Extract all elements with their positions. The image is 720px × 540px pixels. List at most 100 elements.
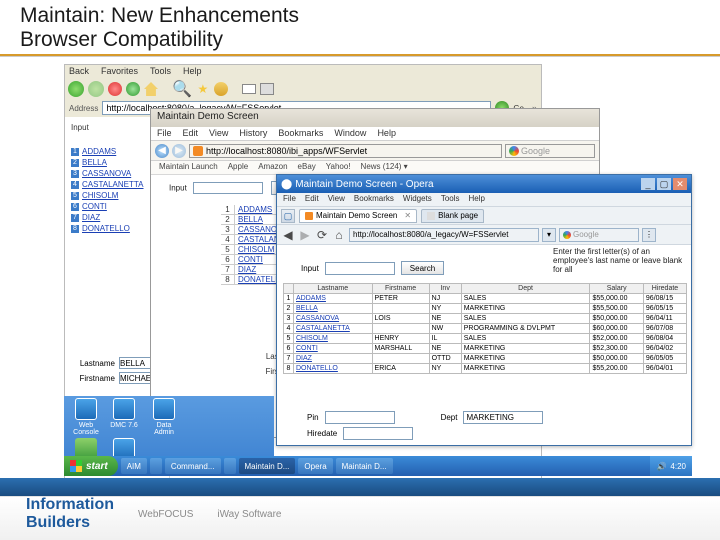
- bookmark-item[interactable]: News (124) ▾: [361, 162, 408, 173]
- menu-item[interactable]: Window: [334, 128, 366, 139]
- menu-item[interactable]: Bookmarks: [354, 194, 394, 205]
- menu-item[interactable]: File: [157, 128, 172, 139]
- history-icon[interactable]: [214, 82, 228, 96]
- list-item[interactable]: CONTI: [82, 202, 107, 211]
- lastname-link[interactable]: DONATELLO: [294, 364, 373, 374]
- firefox-search-input[interactable]: Google: [505, 144, 595, 158]
- maximize-button[interactable]: ▢: [657, 178, 671, 190]
- back-icon[interactable]: ◀: [281, 228, 295, 242]
- bookmark-item[interactable]: Maintain Launch: [159, 162, 218, 173]
- bookmark-item[interactable]: Apple: [228, 162, 248, 173]
- system-tray[interactable]: 🔊 4:20: [650, 456, 692, 476]
- list-item[interactable]: ADDAMS: [82, 147, 116, 156]
- opera-titlebar[interactable]: ⬤Maintain Demo Screen - Opera _ ▢ ✕: [277, 175, 691, 193]
- bookmark-item[interactable]: Amazon: [258, 162, 287, 173]
- taskbar-item[interactable]: Command...: [165, 458, 221, 474]
- hiredate-input[interactable]: [343, 427, 413, 440]
- ie-toolbar: 🔍 ★: [65, 79, 541, 99]
- stop-icon[interactable]: [108, 82, 122, 96]
- opera-search-input[interactable]: Google: [559, 228, 639, 242]
- lastname-link[interactable]: BELLA: [294, 304, 373, 314]
- menu-item[interactable]: Help: [377, 128, 396, 139]
- menu-item[interactable]: File: [283, 194, 296, 205]
- tab-active[interactable]: Maintain Demo Screen✕: [299, 209, 417, 223]
- dropdown-icon[interactable]: ▾: [542, 228, 556, 242]
- desktop-icon[interactable]: Data Admin: [150, 398, 178, 432]
- ie-menu-item[interactable]: Favorites: [101, 66, 138, 78]
- search-icon[interactable]: 🔍: [172, 79, 192, 99]
- favorites-icon[interactable]: ★: [196, 82, 210, 96]
- close-button[interactable]: ✕: [673, 178, 687, 190]
- menu-item[interactable]: History: [239, 128, 267, 139]
- dept-label: Dept: [441, 413, 458, 422]
- opera-address-input[interactable]: http://localhost:8080/a_legacy/W=FSServl…: [349, 228, 539, 242]
- ie-menu-item[interactable]: Back: [69, 66, 89, 78]
- menu-item[interactable]: Tools: [441, 194, 460, 205]
- home-icon[interactable]: [144, 82, 158, 96]
- list-item[interactable]: CHISOLM: [82, 191, 118, 200]
- row-index: 5: [284, 334, 294, 344]
- ie-menu-item[interactable]: Help: [183, 66, 202, 78]
- home-icon[interactable]: ⌂: [332, 228, 346, 242]
- lastname-link[interactable]: CASTALANETTA: [294, 324, 373, 334]
- opera-menubar[interactable]: File Edit View Bookmarks Widgets Tools Help: [277, 193, 691, 207]
- tray-icon[interactable]: 🔊: [656, 462, 666, 471]
- search-input[interactable]: [325, 262, 395, 275]
- menu-item[interactable]: View: [209, 128, 228, 139]
- list-item[interactable]: CASTALANETTA: [82, 180, 144, 189]
- ie-menu-item[interactable]: Tools: [150, 66, 171, 78]
- list-item[interactable]: DONATELLO: [82, 224, 130, 233]
- menu-item[interactable]: Widgets: [403, 194, 432, 205]
- list-item[interactable]: CASSANOVA: [82, 169, 131, 178]
- reload-icon[interactable]: ⟳: [315, 228, 329, 242]
- menu-item[interactable]: Bookmarks: [278, 128, 323, 139]
- mail-icon[interactable]: [242, 84, 256, 94]
- forward-icon[interactable]: [88, 81, 104, 97]
- forward-icon[interactable]: ▶: [298, 228, 312, 242]
- minimize-button[interactable]: _: [641, 178, 655, 190]
- start-button[interactable]: start: [64, 456, 118, 476]
- taskbar-item[interactable]: [224, 458, 236, 474]
- dept-input[interactable]: [463, 411, 543, 424]
- desktop-icon[interactable]: DMC 7.6: [110, 398, 138, 432]
- menu-icon[interactable]: ⋮: [642, 228, 656, 242]
- tab-inactive[interactable]: Blank page: [421, 209, 484, 223]
- back-icon[interactable]: [68, 81, 84, 97]
- menu-item[interactable]: Edit: [305, 194, 319, 205]
- bookmark-item[interactable]: eBay: [298, 162, 316, 173]
- ie-menubar[interactable]: Back Favorites Tools Help: [65, 65, 541, 79]
- pin-input[interactable]: [325, 411, 395, 424]
- lastname-link[interactable]: ADDAMS: [294, 294, 373, 304]
- tab-close-icon[interactable]: ✕: [404, 211, 411, 220]
- taskbar-item[interactable]: Opera: [298, 458, 332, 474]
- firefox-address-input[interactable]: http://localhost:8080/ibi_apps/WFServlet: [189, 144, 502, 158]
- new-tab-button[interactable]: ▢: [281, 209, 295, 223]
- lastname-link[interactable]: CONTI: [294, 344, 373, 354]
- menu-item[interactable]: Help: [469, 194, 485, 205]
- bookmark-item[interactable]: Yahoo!: [326, 162, 351, 173]
- taskbar-item[interactable]: Maintain D...: [239, 458, 296, 474]
- taskbar-item[interactable]: AIM: [121, 458, 147, 474]
- firefox-bookmarkbar[interactable]: Maintain Launch Apple Amazon eBay Yahoo! News…: [151, 161, 599, 175]
- menu-item[interactable]: View: [328, 194, 345, 205]
- cell: MARSHALL: [372, 344, 429, 354]
- lastname-link[interactable]: CASSANOVA: [294, 314, 373, 324]
- back-icon[interactable]: ◀: [155, 144, 169, 158]
- firefox-search-placeholder: Google: [521, 146, 550, 156]
- taskbar-item[interactable]: Maintain D...: [336, 458, 393, 474]
- icon-glyph: [75, 398, 97, 420]
- lastname-link[interactable]: CHISOLM: [294, 334, 373, 344]
- search-button[interactable]: Search: [401, 261, 444, 275]
- print-icon[interactable]: [260, 83, 274, 95]
- forward-icon[interactable]: ▶: [172, 144, 186, 158]
- refresh-icon[interactable]: [126, 82, 140, 96]
- taskbar-item[interactable]: [150, 458, 162, 474]
- list-item[interactable]: BELLA: [82, 158, 107, 167]
- cell: MARKETING: [461, 354, 590, 364]
- list-item[interactable]: DIAZ: [82, 213, 100, 222]
- lastname-link[interactable]: DIAZ: [294, 354, 373, 364]
- firefox-menubar[interactable]: File Edit View History Bookmarks Window Help: [151, 127, 599, 141]
- menu-item[interactable]: Edit: [183, 128, 199, 139]
- search-input[interactable]: [193, 182, 263, 194]
- desktop-icon[interactable]: Web Console: [72, 398, 100, 432]
